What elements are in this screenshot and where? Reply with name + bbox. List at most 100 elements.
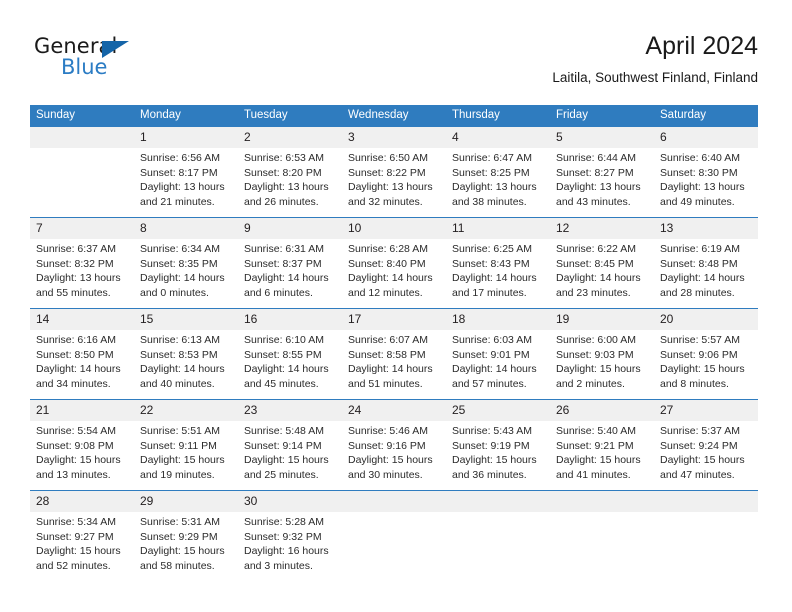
day-cell[interactable]: 8 Sunrise: 6:34 AM Sunset: 8:35 PM Dayli…	[134, 217, 238, 309]
sunset-text: Sunset: 8:30 PM	[660, 166, 738, 179]
sunrise-text: Sunrise: 6:31 AM	[244, 243, 324, 255]
daylight-text: Daylight: 15 hours	[244, 454, 329, 467]
day-cell[interactable]: 2 Sunrise: 6:53 AM Sunset: 8:20 PM Dayli…	[238, 127, 342, 218]
day-info: Sunrise: 5:54 AM Sunset: 9:08 PM Dayligh…	[30, 421, 134, 482]
sunset-text: Sunset: 9:14 PM	[244, 439, 322, 452]
calendar-week-row: 21 Sunrise: 5:54 AM Sunset: 9:08 PM Dayl…	[30, 399, 758, 491]
daylight-text-cont: and 2 minutes.	[556, 377, 625, 390]
daylight-text: Daylight: 15 hours	[452, 454, 537, 467]
day-cell-empty	[342, 490, 446, 581]
day-cell[interactable]: 27 Sunrise: 5:37 AM Sunset: 9:24 PM Dayl…	[654, 399, 758, 491]
day-cell[interactable]: 16 Sunrise: 6:10 AM Sunset: 8:55 PM Dayl…	[238, 308, 342, 400]
day-cell[interactable]: 13 Sunrise: 6:19 AM Sunset: 8:48 PM Dayl…	[654, 217, 758, 309]
daylight-text-cont: and 38 minutes.	[452, 195, 527, 208]
day-cell[interactable]: 24 Sunrise: 5:46 AM Sunset: 9:16 PM Dayl…	[342, 399, 446, 491]
sunrise-text: Sunrise: 5:54 AM	[36, 425, 116, 437]
day-number: 28	[30, 491, 134, 512]
day-cell[interactable]: 15 Sunrise: 6:13 AM Sunset: 8:53 PM Dayl…	[134, 308, 238, 400]
sunset-text: Sunset: 8:50 PM	[36, 348, 114, 361]
day-number	[550, 491, 654, 512]
sunrise-text: Sunrise: 6:25 AM	[452, 243, 532, 255]
sunrise-text: Sunrise: 5:34 AM	[36, 516, 116, 528]
day-info: Sunrise: 5:48 AM Sunset: 9:14 PM Dayligh…	[238, 421, 342, 482]
sunset-text: Sunset: 8:37 PM	[244, 257, 322, 270]
page-subtitle: Laitila, Southwest Finland, Finland	[552, 70, 758, 85]
day-cell[interactable]: 17 Sunrise: 6:07 AM Sunset: 8:58 PM Dayl…	[342, 308, 446, 400]
day-info: Sunrise: 6:53 AM Sunset: 8:20 PM Dayligh…	[238, 148, 342, 209]
calendar-page: General Blue April 2024 Laitila, Southwe…	[0, 0, 792, 612]
day-info: Sunrise: 6:03 AM Sunset: 9:01 PM Dayligh…	[446, 330, 550, 391]
day-info: Sunrise: 6:40 AM Sunset: 8:30 PM Dayligh…	[654, 148, 758, 209]
weekday-header-thursday: Thursday	[446, 105, 550, 127]
sunrise-text: Sunrise: 5:28 AM	[244, 516, 324, 528]
day-info: Sunrise: 6:37 AM Sunset: 8:32 PM Dayligh…	[30, 239, 134, 300]
calendar-week-row: 1 Sunrise: 6:56 AM Sunset: 8:17 PM Dayli…	[30, 127, 758, 218]
sunrise-text: Sunrise: 6:50 AM	[348, 152, 428, 164]
day-cell[interactable]: 10 Sunrise: 6:28 AM Sunset: 8:40 PM Dayl…	[342, 217, 446, 309]
day-info: Sunrise: 6:00 AM Sunset: 9:03 PM Dayligh…	[550, 330, 654, 391]
daylight-text: Daylight: 15 hours	[660, 454, 745, 467]
day-cell[interactable]: 3 Sunrise: 6:50 AM Sunset: 8:22 PM Dayli…	[342, 127, 446, 218]
daylight-text-cont: and 19 minutes.	[140, 468, 215, 481]
day-number: 13	[654, 218, 758, 239]
daylight-text: Daylight: 13 hours	[348, 181, 433, 194]
day-info: Sunrise: 6:07 AM Sunset: 8:58 PM Dayligh…	[342, 330, 446, 391]
sunset-text: Sunset: 8:32 PM	[36, 257, 114, 270]
sunset-text: Sunset: 9:16 PM	[348, 439, 426, 452]
day-cell[interactable]: 20 Sunrise: 5:57 AM Sunset: 9:06 PM Dayl…	[654, 308, 758, 400]
daylight-text: Daylight: 14 hours	[348, 363, 433, 376]
sunset-text: Sunset: 8:35 PM	[140, 257, 218, 270]
day-cell[interactable]: 21 Sunrise: 5:54 AM Sunset: 9:08 PM Dayl…	[30, 399, 134, 491]
day-number: 24	[342, 400, 446, 421]
daylight-text-cont: and 45 minutes.	[244, 377, 319, 390]
sunrise-text: Sunrise: 6:22 AM	[556, 243, 636, 255]
day-cell[interactable]: 29 Sunrise: 5:31 AM Sunset: 9:29 PM Dayl…	[134, 490, 238, 581]
daylight-text-cont: and 57 minutes.	[452, 377, 527, 390]
sunrise-text: Sunrise: 6:03 AM	[452, 334, 532, 346]
daylight-text: Daylight: 13 hours	[556, 181, 641, 194]
day-number: 12	[550, 218, 654, 239]
sunrise-text: Sunrise: 5:51 AM	[140, 425, 220, 437]
day-cell[interactable]: 23 Sunrise: 5:48 AM Sunset: 9:14 PM Dayl…	[238, 399, 342, 491]
daylight-text-cont: and 12 minutes.	[348, 286, 423, 299]
day-cell[interactable]: 11 Sunrise: 6:25 AM Sunset: 8:43 PM Dayl…	[446, 217, 550, 309]
day-number: 23	[238, 400, 342, 421]
day-cell[interactable]: 9 Sunrise: 6:31 AM Sunset: 8:37 PM Dayli…	[238, 217, 342, 309]
day-cell[interactable]: 28 Sunrise: 5:34 AM Sunset: 9:27 PM Dayl…	[30, 490, 134, 581]
day-cell[interactable]: 7 Sunrise: 6:37 AM Sunset: 8:32 PM Dayli…	[30, 217, 134, 309]
sunset-text: Sunset: 9:32 PM	[244, 530, 322, 543]
day-cell[interactable]: 22 Sunrise: 5:51 AM Sunset: 9:11 PM Dayl…	[134, 399, 238, 491]
day-cell[interactable]: 18 Sunrise: 6:03 AM Sunset: 9:01 PM Dayl…	[446, 308, 550, 400]
weekday-header-monday: Monday	[134, 105, 238, 127]
day-cell[interactable]: 25 Sunrise: 5:43 AM Sunset: 9:19 PM Dayl…	[446, 399, 550, 491]
weekday-header-wednesday: Wednesday	[342, 105, 446, 127]
day-cell[interactable]: 5 Sunrise: 6:44 AM Sunset: 8:27 PM Dayli…	[550, 127, 654, 218]
day-cell[interactable]: 12 Sunrise: 6:22 AM Sunset: 8:45 PM Dayl…	[550, 217, 654, 309]
day-cell[interactable]: 30 Sunrise: 5:28 AM Sunset: 9:32 PM Dayl…	[238, 490, 342, 581]
weekday-header-saturday: Saturday	[654, 105, 758, 127]
daylight-text-cont: and 21 minutes.	[140, 195, 215, 208]
sunset-text: Sunset: 8:48 PM	[660, 257, 738, 270]
daylight-text: Daylight: 14 hours	[452, 363, 537, 376]
sunset-text: Sunset: 9:24 PM	[660, 439, 738, 452]
day-info: Sunrise: 5:37 AM Sunset: 9:24 PM Dayligh…	[654, 421, 758, 482]
day-cell[interactable]: 1 Sunrise: 6:56 AM Sunset: 8:17 PM Dayli…	[134, 127, 238, 218]
day-cell[interactable]: 26 Sunrise: 5:40 AM Sunset: 9:21 PM Dayl…	[550, 399, 654, 491]
day-cell[interactable]: 19 Sunrise: 6:00 AM Sunset: 9:03 PM Dayl…	[550, 308, 654, 400]
sunrise-text: Sunrise: 6:13 AM	[140, 334, 220, 346]
day-number: 15	[134, 309, 238, 330]
sunset-text: Sunset: 9:19 PM	[452, 439, 530, 452]
day-info: Sunrise: 6:50 AM Sunset: 8:22 PM Dayligh…	[342, 148, 446, 209]
daylight-text-cont: and 32 minutes.	[348, 195, 423, 208]
daylight-text: Daylight: 15 hours	[140, 545, 225, 558]
sunset-text: Sunset: 8:17 PM	[140, 166, 218, 179]
day-info: Sunrise: 6:28 AM Sunset: 8:40 PM Dayligh…	[342, 239, 446, 300]
day-cell[interactable]: 4 Sunrise: 6:47 AM Sunset: 8:25 PM Dayli…	[446, 127, 550, 218]
sunrise-text: Sunrise: 5:31 AM	[140, 516, 220, 528]
day-number	[654, 491, 758, 512]
general-blue-logo[interactable]: General Blue	[34, 36, 154, 86]
day-cell[interactable]: 14 Sunrise: 6:16 AM Sunset: 8:50 PM Dayl…	[30, 308, 134, 400]
daylight-text-cont: and 55 minutes.	[36, 286, 111, 299]
day-cell[interactable]: 6 Sunrise: 6:40 AM Sunset: 8:30 PM Dayli…	[654, 127, 758, 218]
calendar-week-row: 7 Sunrise: 6:37 AM Sunset: 8:32 PM Dayli…	[30, 217, 758, 309]
